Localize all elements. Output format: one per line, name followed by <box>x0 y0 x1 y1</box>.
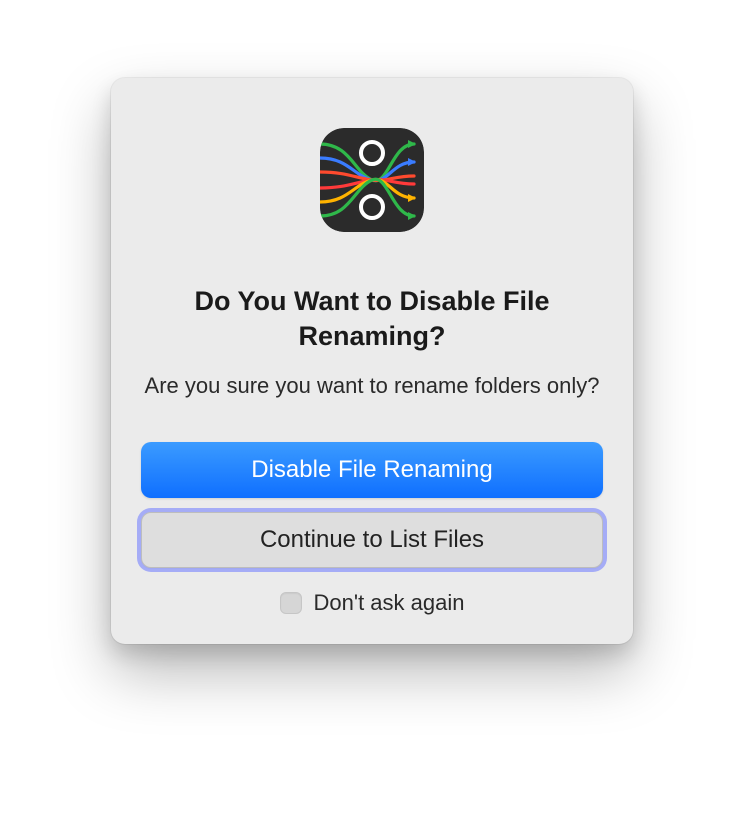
dont-ask-again-checkbox[interactable] <box>280 592 302 614</box>
secondary-button-label: Continue to List Files <box>260 526 484 554</box>
dont-ask-again-label: Don't ask again <box>314 590 465 616</box>
dialog-message: Are you sure you want to rename folders … <box>141 371 603 400</box>
dont-ask-again-row: Don't ask again <box>141 590 603 616</box>
app-icon <box>320 128 424 232</box>
primary-button-label: Disable File Renaming <box>251 456 492 484</box>
dialog-title: Do You Want to Disable File Renaming? <box>141 284 603 353</box>
disable-file-renaming-button[interactable]: Disable File Renaming <box>141 442 603 498</box>
continue-to-list-files-button[interactable]: Continue to List Files <box>141 512 603 568</box>
confirmation-dialog: Do You Want to Disable File Renaming? Ar… <box>111 78 633 644</box>
